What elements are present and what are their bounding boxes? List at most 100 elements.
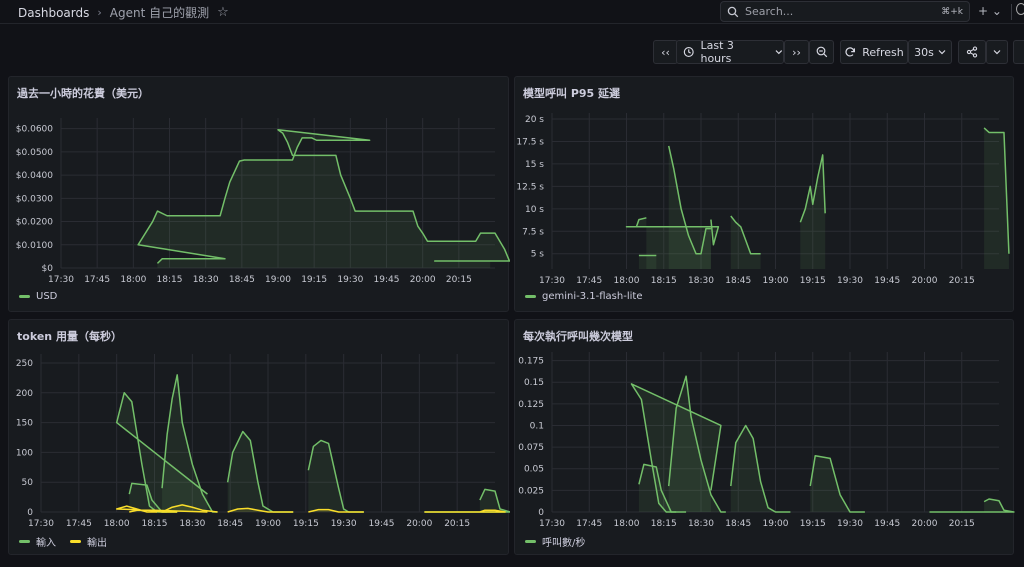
y-tick-label: $0 <box>42 264 54 274</box>
search-icon <box>727 6 739 17</box>
zoom-out-icon <box>816 46 827 58</box>
x-tick-label: 19:30 <box>331 519 357 529</box>
time-forward-button[interactable]: ›› <box>784 40 809 64</box>
y-tick-label: 0 <box>27 508 33 518</box>
x-tick-label: 19:45 <box>369 519 395 529</box>
y-tick-label: 0.075 <box>518 443 544 453</box>
x-tick-label: 18:00 <box>614 519 640 529</box>
x-tick-label: 19:15 <box>293 519 319 529</box>
legend-item-output[interactable]: 輸出 <box>70 534 107 549</box>
x-tick-label: 18:00 <box>104 519 130 529</box>
panel-tokens: token 用量（每秒） 0 50 100 150 200 250 17:30 17:45 18… <box>8 319 510 555</box>
x-tick-label: 17:45 <box>66 519 92 529</box>
x-tick-label: 20:00 <box>912 276 938 286</box>
x-tick-label: 19:00 <box>763 276 789 286</box>
search-input[interactable]: Search... ⌘+k <box>720 1 970 22</box>
y-tick-label: $0.0300 <box>16 194 53 204</box>
series-area <box>138 129 510 268</box>
y-tick-label: 250 <box>16 359 33 369</box>
y-tick-label: 0.05 <box>524 465 544 475</box>
x-tick-label: 18:45 <box>229 275 255 285</box>
refresh-interval-picker[interactable]: 30s <box>908 40 952 64</box>
y-tick-label: 17.5 s <box>516 137 544 147</box>
legend-item-calls[interactable]: 呼叫數/秒 <box>525 534 585 549</box>
x-tick-label: 18:15 <box>142 519 168 529</box>
y-tick-label: 0.175 <box>518 357 544 367</box>
series-area <box>730 216 761 269</box>
x-tick-label: 17:45 <box>576 519 602 529</box>
x-tick-label: 18:00 <box>614 276 640 286</box>
chevron-down-icon <box>775 50 783 55</box>
x-tick-label: 17:45 <box>84 275 110 285</box>
calls-chart: 0 0.025 0.05 0.075 0.1 0.125 0.15 0.175 17:30 17:… <box>518 352 1015 529</box>
refresh-label: Refresh <box>862 45 904 59</box>
legend-item-gemini[interactable]: gemini-3.1-flash-lite <box>525 291 642 302</box>
divider <box>1011 4 1012 20</box>
y-tick-label: $0.0600 <box>16 125 53 135</box>
chart-legend: 輸入 輸出 <box>19 534 107 549</box>
x-tick-label: 19:15 <box>800 276 826 286</box>
zoom-out-button[interactable] <box>809 40 834 64</box>
add-panel-button[interactable] <box>1013 40 1024 64</box>
x-tick-label: 19:30 <box>837 276 863 286</box>
panel-cost: 過去一小時的花費（美元） $0 $0.0100 $0.0200 $0.0300 $0.0… <box>8 76 510 312</box>
x-tick-label: 20:00 <box>912 519 938 529</box>
breadcrumb-separator: › <box>97 6 102 19</box>
x-tick-label: 19:00 <box>265 275 291 285</box>
refresh-interval-label: 30s <box>914 45 934 59</box>
x-tick-label: 19:15 <box>800 519 826 529</box>
legend-item-usd[interactable]: USD <box>19 291 57 302</box>
time-range-label: Last 3 hours <box>700 39 734 65</box>
legend-label: gemini-3.1-flash-lite <box>542 291 643 302</box>
x-tick-label: 18:00 <box>120 275 146 285</box>
y-tick-label: 15 s <box>525 160 544 170</box>
share-options-button[interactable] <box>986 40 1008 64</box>
y-tick-label: 100 <box>16 448 33 458</box>
x-tick-label: 17:30 <box>28 519 54 529</box>
x-tick-label: 18:30 <box>688 519 714 529</box>
breadcrumb-dashboards[interactable]: Dashboards <box>18 6 89 20</box>
time-back-button[interactable]: ‹‹ <box>653 40 678 64</box>
share-button[interactable] <box>958 40 986 64</box>
chart-legend: USD <box>19 291 57 302</box>
add-button[interactable]: + ⌄ <box>978 4 1002 18</box>
y-tick-label: $0.0400 <box>16 171 53 181</box>
y-tick-label: 200 <box>16 389 33 399</box>
x-tick-label: 20:00 <box>410 275 436 285</box>
share-icon <box>966 46 978 58</box>
legend-swatch <box>19 540 30 543</box>
y-tick-label: $0.0500 <box>16 148 53 158</box>
star-icon[interactable]: ☆ <box>217 5 229 20</box>
y-tick-label: 5 s <box>531 250 545 260</box>
x-tick-label: 19:30 <box>337 275 363 285</box>
breadcrumb: Dashboards › Agent 自己的觀測 ☆ <box>18 4 229 21</box>
chevron-down-icon <box>993 50 1001 55</box>
legend-label: 輸出 <box>87 538 107 549</box>
panel-latency: 模型呼叫 P95 延遲 5 s 7.5 s 10 s 12.5 s 15 s 17.5 s… <box>514 76 1014 312</box>
y-tick-label: 50 <box>22 478 34 488</box>
legend-label: USD <box>36 291 58 302</box>
y-tick-label: $0.0100 <box>16 241 53 251</box>
help-icon[interactable] <box>1016 3 1024 15</box>
x-tick-label: 20:15 <box>949 276 975 286</box>
y-tick-label: $0.0200 <box>16 218 53 228</box>
chart-legend: gemini-3.1-flash-lite <box>525 291 642 302</box>
legend-item-input[interactable]: 輸入 <box>19 534 56 549</box>
x-tick-label: 18:15 <box>651 276 677 286</box>
search-placeholder: Search... <box>745 5 794 18</box>
cost-chart: $0 $0.0100 $0.0200 $0.0300 $0.0400 $0.0500 $0.… <box>16 118 510 285</box>
x-tick-label: 20:15 <box>446 275 472 285</box>
y-tick-label: 150 <box>16 419 33 429</box>
x-tick-label: 19:45 <box>874 276 900 286</box>
latency-chart: 5 s 7.5 s 10 s 12.5 s 15 s 17.5 s 20 s 17:30 17:… <box>516 113 1010 286</box>
refresh-button[interactable]: Refresh <box>840 40 908 64</box>
x-tick-label: 18:30 <box>688 276 714 286</box>
time-range-picker[interactable]: Last 3 hours <box>676 39 784 65</box>
panel-calls: 每次執行呼叫幾次模型 0 0.025 0.05 0.075 0.1 0.125 0.15 0.… <box>514 319 1015 555</box>
tokens-chart: 0 50 100 150 200 250 17:30 17:45 18:00 18:15 18:30… <box>16 354 510 529</box>
y-tick-label: 0.1 <box>530 421 544 431</box>
x-tick-label: 19:00 <box>763 519 789 529</box>
y-tick-label: 10 s <box>525 205 544 215</box>
x-tick-label: 18:15 <box>651 519 677 529</box>
y-tick-label: 0.025 <box>518 486 544 496</box>
